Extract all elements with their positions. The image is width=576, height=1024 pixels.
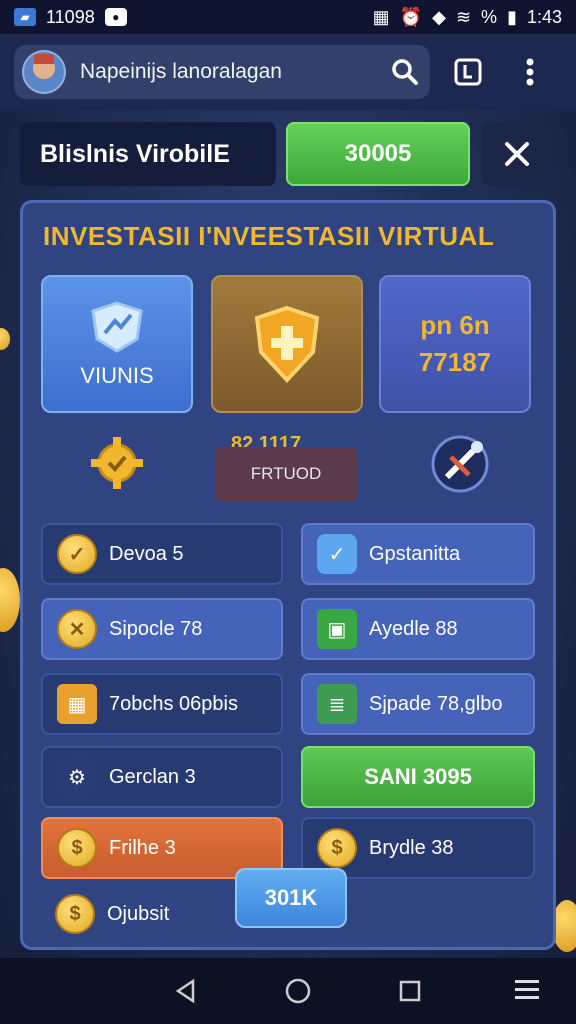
cancel-icon[interactable] (429, 433, 491, 500)
row-label: Ojubsit (107, 902, 170, 925)
mid-badge[interactable]: FRTUOD (215, 447, 357, 501)
card-label: VIUNIS (80, 363, 154, 388)
home-circle-icon (285, 978, 311, 1004)
row-item-devoa[interactable]: ✓ Devoa 5 (41, 523, 283, 585)
status-time-right: 1:43 (526, 6, 562, 27)
business-title: Blislnis VirobilE (20, 122, 276, 186)
history-button[interactable] (444, 48, 492, 96)
blue-shield-icon: ✓ (317, 534, 357, 574)
row-label: Brydle 38 (369, 836, 454, 859)
close-icon (505, 142, 529, 166)
camera-icon: ● (104, 8, 127, 26)
row-label: Gpstanitta (369, 542, 461, 565)
row-item-sjpade[interactable]: ≣ Sjpade 78,glbo (301, 673, 535, 735)
search-bar[interactable]: Napeinijs lanoralagan (14, 45, 430, 99)
search-icon[interactable] (388, 55, 422, 89)
coin-tools-icon: ✕ (57, 609, 97, 649)
row-item-gpstanitta[interactable]: ✓ Gpstanitta (301, 523, 535, 585)
status-time-left: 11098 (46, 6, 95, 27)
battery-percent: % (481, 6, 498, 27)
floating-action-button[interactable]: 301K (235, 868, 347, 928)
row-label: Devoa 5 (109, 542, 184, 565)
row-item-sipocle[interactable]: ✕ Sipocle 78 (41, 598, 283, 660)
app-notification-icon: ▰ (14, 8, 36, 26)
mid-row: 82.1117 FRTUOD (23, 429, 553, 503)
card-shield[interactable] (211, 275, 363, 413)
gift-box-icon: ▦ (57, 684, 97, 724)
more-menu-icon[interactable] (506, 48, 554, 96)
dollar-coin-icon: $ (57, 828, 97, 868)
panel-title: INVESTASII I'NVEESTASII VIRTUAL (43, 221, 495, 251)
coin-decoration-left (0, 568, 20, 632)
gold-shield-icon (254, 305, 320, 383)
gear-icon[interactable] (89, 435, 145, 496)
row-item-7obchs[interactable]: ▦ 7obchs 06pbis (41, 673, 283, 735)
coin-decoration-left-small (0, 328, 10, 350)
card-line-2: 77187 (418, 347, 492, 377)
card-line-1: pn 6n (420, 310, 490, 340)
green-box-icon: ▣ (317, 609, 357, 649)
dollar-coin-icon: $ (55, 894, 95, 934)
close-button[interactable] (482, 122, 552, 186)
card-viunis[interactable]: VIUNIS (41, 275, 193, 413)
nav-menu-button[interactable] (514, 978, 540, 1007)
row-label: 7obchs 06pbis (109, 692, 238, 715)
row-label: Frilhe 3 (109, 836, 176, 859)
row-label: Ayedle 88 (369, 617, 458, 640)
row-item-gerclan[interactable]: ⚙ Gerclan 3 (41, 746, 283, 808)
green-document-icon: ≣ (317, 684, 357, 724)
card-lightning[interactable]: pn 6n 77187 (379, 275, 531, 413)
coin-check-icon: ✓ (57, 534, 97, 574)
recents-square-icon (399, 980, 421, 1002)
recents-button[interactable] (390, 971, 430, 1011)
alarm-icon: ⏰ (399, 6, 423, 27)
dollar-coin-icon: $ (317, 828, 357, 868)
row-label: Gerclan 3 (109, 765, 196, 788)
status-bar: ▰ 11098 ● ▦ ⏰ ◆ ≋ % ▮ 1:43 (0, 0, 576, 34)
back-button[interactable] (166, 971, 206, 1011)
menu-lines-icon (515, 980, 539, 999)
back-triangle-icon (175, 978, 195, 1004)
investment-panel: INVESTASII I'NVEESTASII VIRTUAL VIUNIS p… (20, 200, 556, 950)
sim-icon: ▦ (372, 6, 390, 27)
home-button[interactable] (278, 971, 318, 1011)
amount-button[interactable]: 30005 (286, 122, 470, 186)
search-input[interactable]: Napeinijs lanoralagan (80, 60, 388, 84)
row-label: Sipocle 78 (109, 617, 203, 640)
shield-status-icon: ◆ (432, 6, 446, 27)
system-nav-bar (0, 958, 576, 1024)
shield-chart-icon (91, 301, 143, 353)
wifi-icon: ≋ (455, 6, 472, 27)
battery-icon: ▮ (507, 6, 517, 27)
settings-gear-icon: ⚙ (57, 757, 97, 797)
row-item-ayedle[interactable]: ▣ Ayedle 88 (301, 598, 535, 660)
app-header: Napeinijs lanoralagan (0, 34, 576, 110)
avatar[interactable] (22, 50, 66, 94)
row-label: Sjpade 78,glbo (369, 692, 503, 715)
sani-button[interactable]: SANI 3095 (301, 746, 535, 808)
